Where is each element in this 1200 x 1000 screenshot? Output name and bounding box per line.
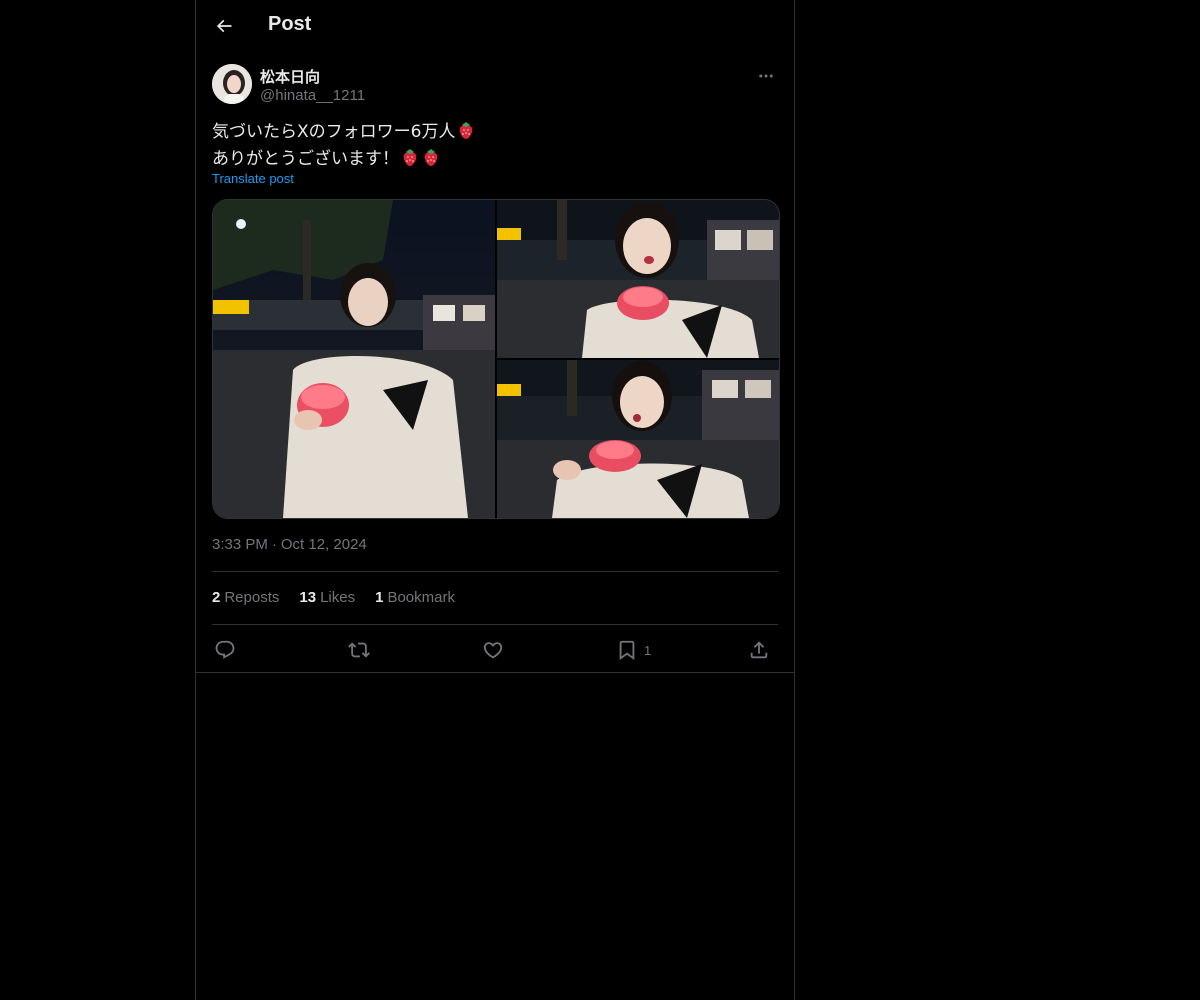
strawberry-emoji-icon [456, 120, 476, 147]
likes-label: Likes [320, 589, 356, 606]
timestamp-separator: · [271, 536, 277, 553]
avatar[interactable] [212, 64, 252, 104]
bookmarks-stat[interactable]: 1 Bookmark [375, 589, 455, 606]
post-text-line-1-text: 気づいたらXのフォロワー6万人 [212, 122, 456, 142]
post-detail-column: Post 松本日向 @hinata__1211 気づいたらXのフォロワー6万人 … [195, 0, 795, 1000]
share-icon [750, 641, 768, 659]
post-text-line-2-text: ありがとうございます！ [212, 149, 399, 169]
reposts-stat[interactable]: 2 Reposts [212, 589, 279, 606]
reply-button[interactable] [214, 636, 236, 664]
back-button[interactable] [206, 8, 242, 44]
post-bottom-border [196, 672, 794, 673]
post-text-line-1: 気づいたらXのフォロワー6万人 [212, 120, 778, 147]
bookmark-icon [619, 640, 635, 661]
photo-1[interactable] [213, 200, 495, 518]
author-handle[interactable]: @hinata__1211 [260, 87, 365, 104]
author-display-name[interactable]: 松本日向 [260, 66, 320, 87]
bookmark-button[interactable]: 1 [616, 636, 651, 664]
bookmarks-count: 1 [375, 589, 384, 606]
avatar-image [212, 64, 252, 104]
reply-icon [215, 640, 235, 659]
bookmark-count: 1 [644, 642, 652, 658]
page-title: Post [268, 13, 312, 35]
reposts-count: 2 [212, 589, 221, 606]
bookmarks-label: Bookmark [387, 589, 455, 606]
reposts-label: Reposts [224, 589, 280, 606]
strawberry-emoji-icon [421, 147, 441, 174]
repost-icon [348, 642, 370, 658]
photo-2[interactable] [497, 200, 779, 358]
media-grid [212, 199, 780, 519]
like-button[interactable] [482, 636, 504, 664]
strawberry-emoji-icon [400, 147, 420, 174]
post-header: Post [196, 0, 794, 53]
post-author: 松本日向 @hinata__1211 [212, 64, 778, 108]
likes-count: 13 [299, 589, 317, 606]
share-button[interactable] [748, 636, 770, 664]
post-time: 3:33 PM [212, 536, 268, 553]
divider-bottom [212, 624, 778, 625]
repost-button[interactable] [348, 636, 370, 664]
post-text-line-2: ありがとうございます！ [212, 147, 778, 174]
likes-stat[interactable]: 13 Likes [299, 589, 355, 606]
post-date: Oct 12, 2024 [280, 536, 367, 553]
post-timestamp[interactable]: 3:33 PM · Oct 12, 2024 [212, 536, 367, 553]
divider-top [212, 571, 778, 572]
more-horizontal-icon [759, 74, 773, 78]
post-stats: 2 Reposts 13 Likes 1 Bookmark [212, 589, 455, 606]
photo-3[interactable] [497, 360, 779, 518]
post-actions: 1 [212, 636, 778, 664]
heart-icon [483, 642, 503, 659]
post-text: 気づいたらXのフォロワー6万人 ありがとうございます！ [212, 120, 778, 174]
arrow-left-icon [216, 19, 232, 33]
more-options-button[interactable] [754, 64, 778, 88]
translate-post-link[interactable]: Translate post [212, 171, 294, 186]
